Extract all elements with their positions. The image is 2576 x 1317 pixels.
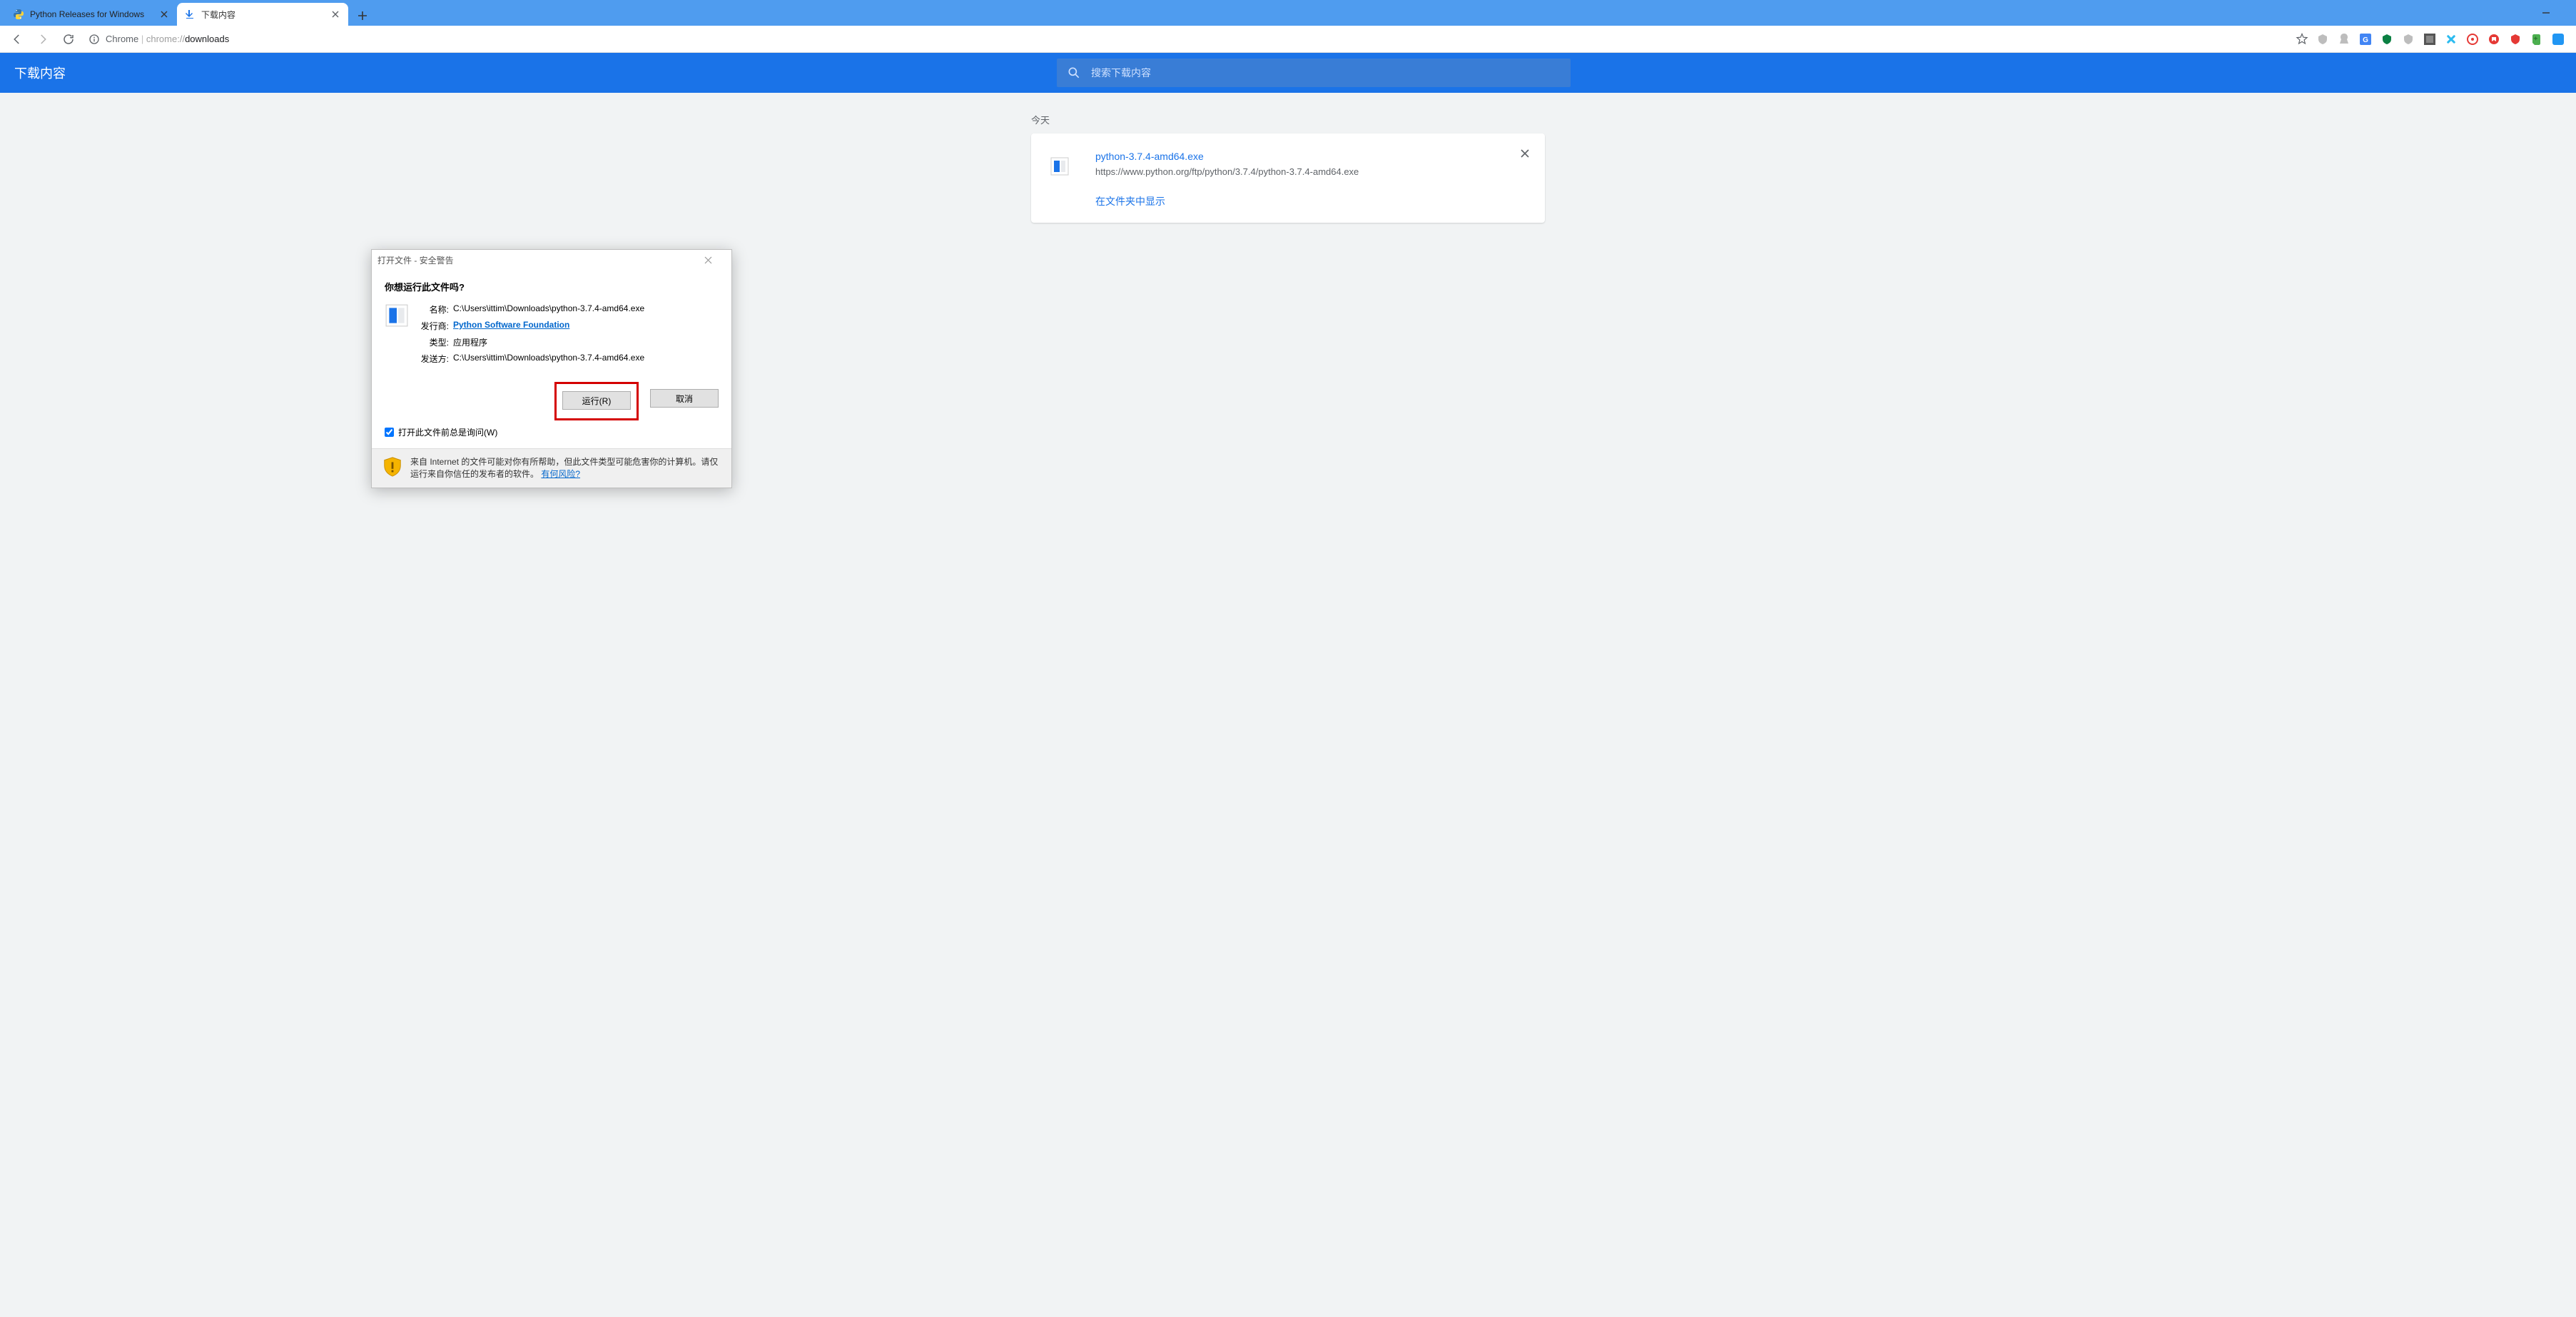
date-heading: 今天 — [1031, 113, 1545, 126]
download-item: python-3.7.4-amd64.exe https://www.pytho… — [1031, 133, 1545, 223]
publisher-link[interactable]: Python Software Foundation — [453, 320, 569, 330]
browser-toolbar: Chrome | chrome://downloads G — [0, 26, 2576, 53]
bookmark-button[interactable] — [2291, 28, 2313, 51]
ext-icon-4[interactable] — [2380, 33, 2393, 46]
address-bar[interactable]: Chrome | chrome://downloads — [83, 29, 2288, 49]
label-type: 类型: — [419, 336, 453, 348]
minimize-button[interactable] — [2542, 9, 2573, 17]
ext-icon-9[interactable] — [2488, 33, 2500, 46]
ext-icon-2[interactable] — [2338, 33, 2351, 46]
value-type: 应用程序 — [453, 336, 487, 348]
tab-downloads[interactable]: 下载内容 — [177, 3, 348, 26]
new-tab-button[interactable] — [353, 6, 372, 26]
ext-icon-10[interactable] — [2509, 33, 2522, 46]
page-title: 下载内容 — [14, 64, 66, 82]
window-controls — [2542, 0, 2573, 26]
svg-text:G: G — [2363, 36, 2368, 44]
search-icon — [1067, 66, 1081, 80]
download-filename-link[interactable]: python-3.7.4-amd64.exe — [1095, 151, 1529, 162]
download-icon — [184, 9, 196, 20]
close-icon[interactable] — [330, 9, 341, 20]
dialog-question: 你想运行此文件吗? — [385, 280, 719, 293]
cancel-button[interactable]: 取消 — [650, 389, 719, 408]
ext-icon-12[interactable] — [2552, 33, 2565, 46]
run-button[interactable]: 运行(R) — [562, 391, 631, 410]
tab-python-releases[interactable]: Python Releases for Windows — [6, 3, 177, 26]
value-name: C:\Users\ittim\Downloads\python-3.7.4-am… — [453, 303, 644, 316]
site-info-icon[interactable] — [88, 34, 100, 45]
downloads-header: 下载内容 — [0, 53, 2576, 93]
ext-icon-7[interactable] — [2445, 33, 2458, 46]
always-ask-label: 打开此文件前总是询问(W) — [398, 426, 497, 438]
download-url: https://www.python.org/ftp/python/3.7.4/… — [1095, 166, 1529, 177]
value-from: C:\Users\ittim\Downloads\python-3.7.4-am… — [453, 353, 644, 365]
downloads-search[interactable] — [1057, 59, 1571, 87]
ext-icon-11[interactable] — [2530, 33, 2543, 46]
shield-icon — [382, 456, 403, 478]
label-from: 发送方: — [419, 353, 453, 365]
ext-icon-6[interactable] — [2423, 33, 2436, 46]
python-icon — [13, 9, 24, 20]
label-publisher: 发行商: — [419, 320, 453, 332]
tab-title: 下载内容 — [201, 9, 324, 21]
forward-button[interactable] — [31, 28, 54, 51]
always-ask-checkbox[interactable] — [385, 428, 394, 437]
close-icon[interactable] — [158, 9, 170, 20]
extensions-area: G — [2316, 33, 2570, 46]
ext-icon-1[interactable] — [2316, 33, 2329, 46]
browser-tabstrip: Python Releases for Windows 下载内容 — [0, 0, 2576, 26]
back-button[interactable] — [6, 28, 29, 51]
search-input[interactable] — [1091, 67, 1561, 79]
ext-icon-3[interactable]: G — [2359, 33, 2372, 46]
url-host: chrome:// — [146, 34, 185, 44]
file-icon — [1047, 153, 1073, 179]
security-warning-dialog: 打开文件 - 安全警告 你想运行此文件吗? 名称:C:\Users\ittim\… — [371, 249, 732, 488]
url-prefix: Chrome — [106, 34, 138, 44]
remove-download-button[interactable] — [1518, 146, 1532, 161]
app-icon — [385, 303, 409, 328]
ext-icon-8[interactable] — [2466, 33, 2479, 46]
show-in-folder-link[interactable]: 在文件夹中显示 — [1095, 194, 1529, 208]
tab-title: Python Releases for Windows — [30, 9, 153, 19]
dialog-footer-text: 来自 Internet 的文件可能对你有所帮助，但此文件类型可能危害你的计算机。… — [410, 456, 721, 480]
run-highlight-frame: 运行(R) — [554, 382, 639, 420]
dialog-title: 打开文件 - 安全警告 — [377, 254, 704, 266]
dialog-close-button[interactable] — [704, 256, 726, 264]
reload-button[interactable] — [57, 28, 80, 51]
label-name: 名称: — [419, 303, 453, 316]
url-path: downloads — [185, 34, 229, 44]
ext-icon-5[interactable] — [2402, 33, 2415, 46]
risk-link[interactable]: 有何风险? — [541, 469, 580, 479]
dialog-titlebar[interactable]: 打开文件 - 安全警告 — [372, 250, 731, 270]
